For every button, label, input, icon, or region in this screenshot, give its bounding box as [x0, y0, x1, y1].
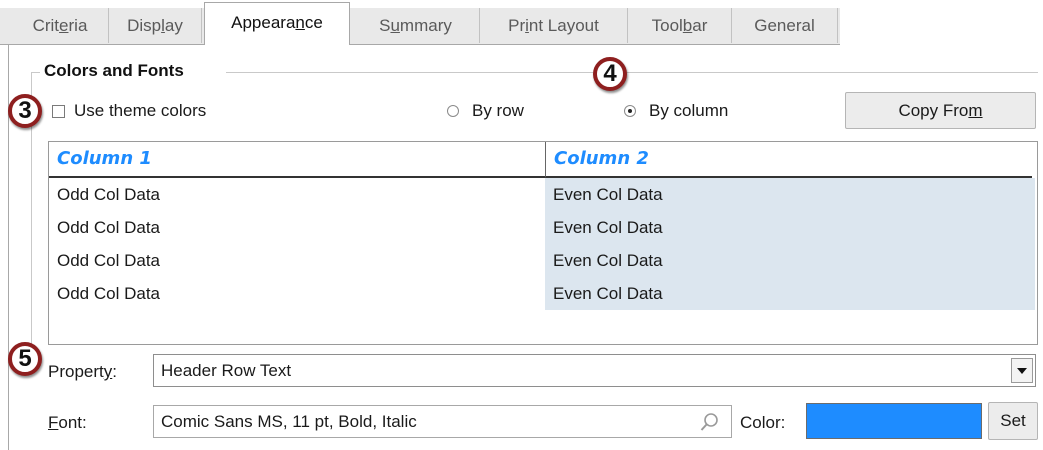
tab-summary[interactable]: Summary — [352, 8, 480, 43]
font-label-mnemonic: F — [48, 413, 59, 432]
tab-summary-label: Summary — [379, 16, 452, 35]
tab-display-label: Display — [127, 16, 183, 35]
preview-cell: Even Col Data — [545, 178, 1035, 211]
preview-header-column-1: Column 1 — [49, 142, 545, 178]
tab-criteria-label: Criteria — [32, 16, 88, 35]
group-box-top-line-right — [226, 72, 1038, 73]
use-theme-colors-label[interactable]: Use theme colors — [74, 101, 206, 121]
search-icon[interactable] — [700, 412, 719, 432]
preview-cell: Even Col Data — [545, 211, 1035, 244]
copy-from-mnemonic: m — [968, 101, 983, 120]
property-dropdown[interactable]: Header Row Text — [153, 354, 1036, 387]
preview-cell: Even Col Data — [545, 277, 1035, 310]
tab-print-layout[interactable]: Print Layout — [480, 8, 628, 43]
color-label: Color: — [740, 413, 786, 432]
tab-general-label: General — [754, 16, 815, 35]
tab-criteria[interactable]: Criteria — [12, 8, 109, 43]
by-column-label[interactable]: By column — [649, 101, 728, 121]
callout-5-badge: 5 — [8, 342, 42, 376]
by-column-radio[interactable] — [624, 105, 636, 117]
callout-4-badge: 4 — [593, 57, 627, 91]
tab-toolbar-label: Toolbar — [651, 16, 708, 35]
preview-cell: Odd Col Data — [57, 218, 160, 237]
font-label-text: ont: — [58, 413, 87, 432]
preview-header-column-2: Column 2 — [545, 142, 1032, 178]
group-title: Colors and Fonts — [40, 61, 188, 81]
set-color-button[interactable]: Set — [988, 402, 1038, 440]
by-row-label[interactable]: By row — [472, 101, 524, 121]
copy-from-label: Copy Fro — [898, 101, 969, 120]
tab-toolbar[interactable]: Toolbar — [628, 8, 732, 43]
group-box-top-line — [31, 72, 40, 73]
preview-cell: Odd Col Data — [57, 284, 160, 303]
color-preview-grid[interactable]: Column 1 Column 2 Odd Col Data Even Col … — [48, 141, 1038, 345]
tab-display[interactable]: Display — [109, 8, 202, 43]
font-label: Font: — [48, 413, 87, 433]
property-label-text: Propert — [48, 362, 104, 381]
copy-from-button[interactable]: Copy From — [845, 92, 1036, 129]
font-field[interactable]: Comic Sans MS, 11 pt, Bold, Italic — [153, 405, 732, 438]
tab-print-layout-label: Print Layout — [508, 16, 599, 35]
tab-appearance-label: Appearance — [231, 13, 323, 32]
tab-general[interactable]: General — [732, 8, 838, 43]
property-label: Property: — [48, 362, 117, 382]
color-swatch[interactable] — [806, 403, 982, 439]
preview-cell: Odd Col Data — [57, 251, 160, 270]
font-value: Comic Sans MS, 11 pt, Bold, Italic — [161, 412, 417, 431]
tab-bar: Criteria Display Appearance Summary Prin… — [0, 0, 1043, 45]
property-label-mnemonic: y — [103, 362, 113, 381]
chevron-down-icon[interactable] — [1011, 358, 1033, 383]
property-value: Header Row Text — [161, 361, 292, 380]
by-row-radio[interactable] — [447, 105, 459, 117]
preview-cell: Odd Col Data — [57, 185, 160, 204]
callout-3-badge: 3 — [8, 94, 42, 128]
preview-cell: Even Col Data — [545, 244, 1035, 277]
use-theme-colors-checkbox[interactable] — [52, 105, 65, 118]
property-label-colon: : — [112, 362, 117, 381]
tab-appearance[interactable]: Appearance — [204, 2, 350, 45]
